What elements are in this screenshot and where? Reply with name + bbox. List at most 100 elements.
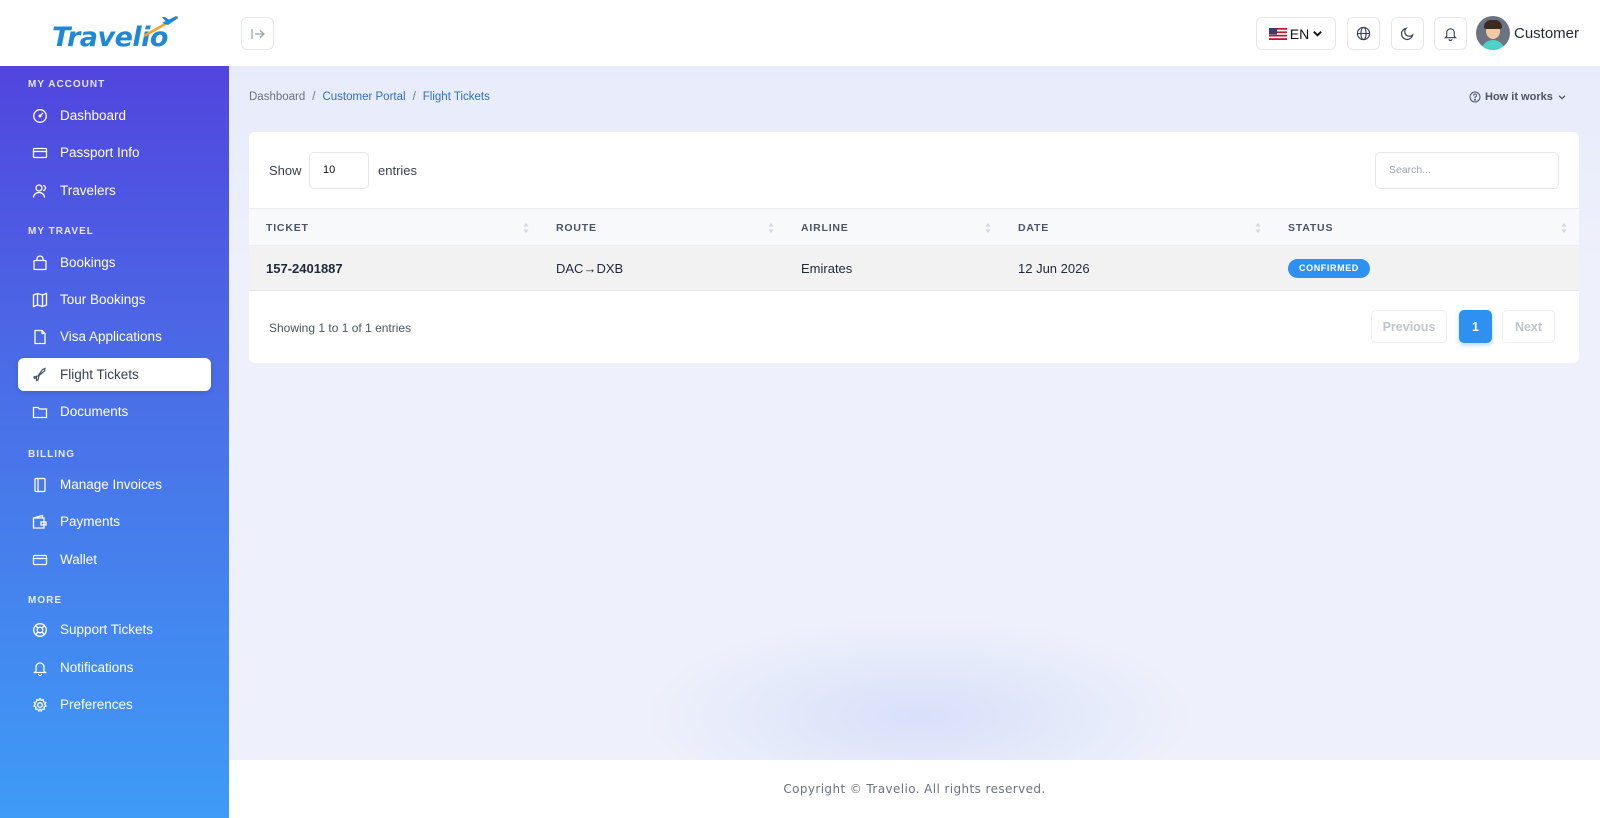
brand-logo[interactable]: Travelio [50,14,180,54]
sidebar-item-label: Notifications [60,660,134,675]
sidebar-item-label: Documents [60,404,129,419]
sidebar-item-label: Travelers [60,183,116,198]
sort-icon [1255,223,1261,233]
users-icon [32,183,47,198]
cell-date: 12 Jun 2026 [1018,261,1090,276]
sidebar-item-label: Flight Tickets [60,367,139,382]
sidebar-item-manage-invoices[interactable]: Manage Invoices [18,468,211,501]
gauge-icon [33,108,47,123]
user-menu[interactable]: Customer [1476,16,1579,50]
sidebar-item-label: Support Tickets [60,622,154,637]
bag-icon [33,254,47,270]
sort-icon [768,223,774,233]
table-row[interactable]: 157-2401887 DAC→DXB Emirates 12 Jun 2026… [249,246,1579,291]
gear-icon [32,696,48,712]
sidebar: MY ACCOUNT Dashboard Passport Info Trave… [0,66,229,818]
collapse-sidebar-icon [250,28,265,39]
sidebar-item-label: Preferences [60,697,133,712]
sidebar-item-notifications[interactable]: Notifications [18,651,211,684]
sidebar-item-wallet[interactable]: Wallet [18,543,211,576]
sidebar-item-documents[interactable]: Documents [18,395,211,428]
sidebar-item-label: Visa Applications [60,329,162,344]
sidebar-item-label: Tour Bookings [60,292,146,307]
avatar [1476,16,1510,50]
column-header-airline[interactable]: AIRLINE [801,209,849,247]
sidebar-item-tour-bookings[interactable]: Tour Bookings [18,283,211,316]
chevron-down-icon [1313,31,1323,37]
page-1-button[interactable]: 1 [1459,310,1492,343]
map-icon [32,292,48,307]
cell-ticket: 157-2401887 [266,261,343,276]
section-title-my-account: MY ACCOUNT [28,79,106,90]
how-it-works-button[interactable]: How it works [1469,91,1567,103]
column-header-route[interactable]: ROUTE [556,209,597,247]
next-page-button[interactable]: Next [1502,310,1555,343]
sidebar-item-preferences[interactable]: Preferences [18,688,211,721]
footer: Copyright © Travelio. All rights reserve… [229,760,1600,818]
help-circle-icon [1469,91,1481,103]
breadcrumb: Dashboard / Customer Portal / Flight Tic… [249,91,490,103]
breadcrumb-customer-portal[interactable]: Customer Portal [322,91,405,103]
folder-icon [32,406,48,418]
credit-card-icon [32,554,48,565]
plane-logo-icon [143,15,179,38]
sidebar-item-flight-tickets[interactable]: Flight Tickets [18,358,211,391]
column-header-status[interactable]: STATUS [1288,209,1333,247]
globe-icon [1356,26,1371,41]
us-flag-icon [1268,27,1287,40]
receipt-icon [34,477,46,492]
bell-icon [32,661,48,676]
main-content: Dashboard / Customer Portal / Flight Tic… [229,66,1600,816]
dark-mode-button[interactable] [1391,17,1424,50]
language-selector[interactable]: EN [1256,17,1336,50]
sidebar-item-dashboard[interactable]: Dashboard [18,99,211,132]
top-bar: Travelio EN Customer [0,0,1600,66]
flight-tickets-card: Show 10 entries Search... TICKET ROUTE A… [249,132,1579,363]
sidebar-item-label: Wallet [60,552,98,567]
sidebar-item-label: Payments [60,514,121,529]
sidebar-item-travelers[interactable]: Travelers [18,174,211,207]
sort-icon [523,223,529,233]
lifebuoy-icon [33,622,47,637]
cell-airline: Emirates [801,261,853,276]
breadcrumb-separator: / [412,91,416,103]
notifications-button[interactable] [1434,17,1467,50]
status-badge: CONFIRMED [1288,259,1370,278]
sidebar-item-passport-info[interactable]: Passport Info [18,136,211,169]
user-name: Customer [1514,24,1580,42]
plane-icon [33,367,46,381]
breadcrumb-dashboard[interactable]: Dashboard [249,91,305,103]
column-header-date[interactable]: DATE [1018,209,1049,247]
sidebar-item-label: Dashboard [60,108,127,123]
cell-route: DAC→DXB [556,261,624,276]
table-header: TICKET ROUTE AIRLINE DATE STATUS [249,208,1579,246]
card-icon [32,147,48,158]
sidebar-toggle-button[interactable] [241,17,274,50]
breadcrumb-flight-tickets: Flight Tickets [422,91,490,103]
chevron-down-icon [1558,95,1566,100]
sidebar-item-label: Passport Info [60,145,140,160]
sidebar-item-bookings[interactable]: Bookings [18,246,211,279]
section-title-more: MORE [28,595,62,606]
sort-icon [985,223,991,233]
sidebar-item-label: Manage Invoices [60,477,163,492]
column-header-ticket[interactable]: TICKET [266,209,309,247]
wallet-icon [32,514,47,529]
globe-button[interactable] [1347,17,1380,50]
entries-per-page-input[interactable]: 10 [309,152,369,189]
search-input[interactable]: Search... [1375,152,1559,189]
moon-icon [1400,27,1414,41]
pagination-summary: Showing 1 to 1 of 1 entries [269,321,412,335]
entries-label: entries [378,163,418,178]
sidebar-item-payments[interactable]: Payments [18,505,211,538]
copyright-text: Copyright © Travelio. All rights reserve… [783,782,1046,796]
how-it-works-label: How it works [1485,91,1553,103]
sort-icon [1561,223,1567,233]
section-title-my-travel: MY TRAVEL [28,226,94,237]
sidebar-item-visa-applications[interactable]: Visa Applications [18,320,211,353]
sidebar-item-label: Bookings [60,255,116,270]
previous-page-button[interactable]: Previous [1371,310,1447,343]
sidebar-item-support-tickets[interactable]: Support Tickets [18,613,211,646]
breadcrumb-separator: / [312,91,316,103]
section-title-billing: BILLING [28,449,75,460]
